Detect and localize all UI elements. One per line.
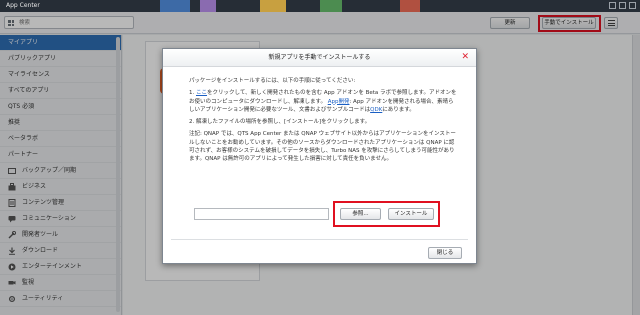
dialog-body: パッケージをインストールするには、以下の手順に従ってください: 1. ここをクリ… — [189, 77, 459, 168]
window-title: App Center — [6, 2, 40, 9]
app-thumbnail — [260, 0, 286, 12]
minimize-icon[interactable] — [609, 2, 616, 9]
browse-button[interactable]: 参照... — [340, 208, 381, 220]
dialog-divider — [171, 239, 468, 240]
app-thumbnail — [400, 0, 420, 12]
close-button[interactable]: 閉じる — [428, 247, 462, 259]
dialog-step-2: 2. 解凍したファイルの場所を参照し、[インストール]をクリックします。 — [189, 119, 371, 126]
manual-install-dialog: 新規アプリを手動でインストールする ✕ パッケージをインストールするには、以下の… — [162, 48, 477, 264]
file-path-input[interactable] — [194, 208, 329, 220]
close-window-icon[interactable] — [629, 2, 636, 9]
here-link[interactable]: ここ — [196, 90, 207, 96]
close-x-icon[interactable]: ✕ — [461, 49, 469, 66]
app-thumbnail — [320, 0, 342, 12]
dialog-step-1: 1. ここをクリックして、新しく開発されたものを含む App アドオンを Bet… — [189, 90, 457, 113]
app-dev-link[interactable]: App開発 — [328, 99, 350, 105]
dialog-intro: パッケージをインストールするには、以下の手順に従ってください: — [189, 78, 356, 84]
maximize-icon[interactable] — [619, 2, 626, 9]
dialog-header: 新規アプリを手動でインストールする ✕ — [163, 49, 476, 67]
install-button[interactable]: インストール — [388, 208, 434, 220]
app-thumbnail — [160, 0, 190, 12]
qdk-link[interactable]: QDK — [370, 107, 382, 113]
app-thumbnail — [200, 0, 216, 12]
window-controls — [609, 2, 636, 9]
dialog-note: 注記: QNAP では、QTS App Center または QNAP ウェブサ… — [189, 131, 456, 163]
dialog-title: 新規アプリを手動でインストールする — [268, 54, 371, 61]
window-title-bar: App Center — [0, 0, 640, 12]
